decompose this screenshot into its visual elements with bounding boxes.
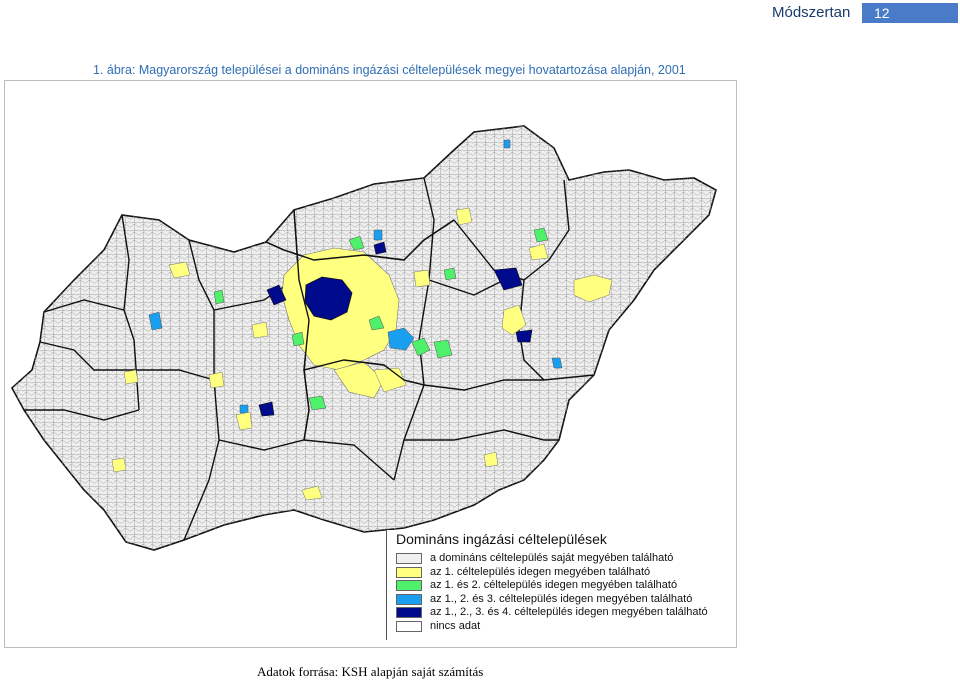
data-source-note: Adatok forrása: KSH alapján saját számít… [257,664,484,679]
legend-label: az 1., 2., 3. és 4. céltelepülés idegen … [430,606,708,618]
legend-swatch [396,567,422,578]
figure-title: 1. ábra: Magyarország települései a domi… [93,63,686,77]
legend-swatch [396,621,422,632]
legend-swatch [396,580,422,591]
page-number-badge: 12 [862,3,958,23]
legend-title: Domináns ingázási céltelepülések [396,531,607,547]
legend-swatch [396,594,422,605]
legend-label: nincs adat [430,620,481,632]
legend-label: a domináns céltelepülés saját megyében t… [430,552,674,564]
legend-swatch [396,607,422,618]
header-section-title: Módszertan [772,4,851,21]
legend-label: az 1., 2. és 3. céltelepülés idegen megy… [430,593,693,605]
legend-label: az 1. és 2. céltelepülés idegen megyében… [430,579,678,591]
legend-swatch [396,553,422,564]
legend-label: az 1. céltelepülés idegen megyében talál… [430,566,651,578]
